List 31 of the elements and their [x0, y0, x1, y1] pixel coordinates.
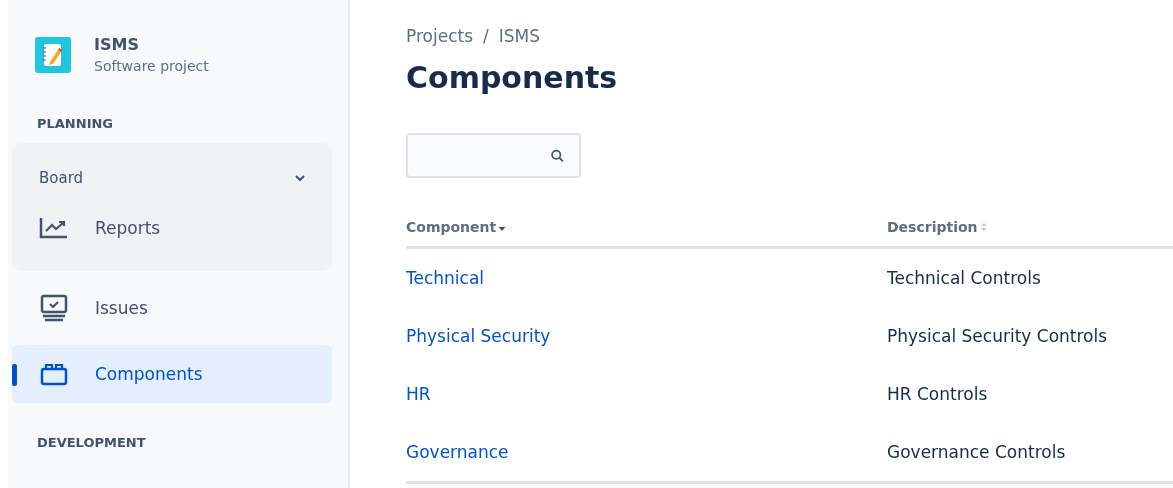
selection-indicator — [12, 364, 17, 386]
page-title: Components — [406, 60, 619, 95]
sort-icon — [979, 222, 988, 232]
monitor-check-icon — [39, 294, 69, 322]
section-heading: DEVELOPMENT — [37, 435, 147, 450]
column-header[interactable]: Component — [406, 219, 887, 235]
component-link[interactable]: Physical Security — [406, 326, 887, 346]
notepad-pencil-icon — [35, 36, 71, 73]
table-cell-text: Physical Security Controls — [887, 326, 1109, 346]
search-field[interactable] — [406, 133, 581, 178]
breadcrumb-link[interactable]: Projects — [406, 26, 474, 46]
sidebar-item[interactable]: Issues — [12, 279, 332, 337]
board-menu[interactable]: Board — [12, 143, 332, 199]
sidebar-item[interactable]: Components — [12, 345, 332, 403]
chart-icon — [39, 217, 69, 239]
component-link[interactable]: HR — [406, 384, 887, 404]
breadcrumb-link[interactable]: ISMS — [498, 26, 541, 46]
project-name: ISMS — [94, 35, 140, 54]
breadcrumb-separator: / — [483, 26, 489, 46]
table-cell-text: Technical Controls — [887, 268, 1042, 288]
component-icon — [39, 362, 69, 386]
section-heading: PLANNING — [37, 116, 115, 131]
table-cell-text: Governance Controls — [887, 442, 1067, 462]
column-header[interactable]: Description — [887, 219, 1173, 235]
table-cell-text: HR Controls — [887, 384, 989, 404]
sidebar-item[interactable]: Reports — [12, 199, 332, 257]
project-type: Software project — [94, 58, 209, 74]
chevron-icon — [294, 174, 306, 182]
component-link[interactable]: Governance — [406, 442, 887, 462]
component-link[interactable]: Technical — [406, 268, 887, 288]
board-label: Board — [39, 169, 84, 187]
